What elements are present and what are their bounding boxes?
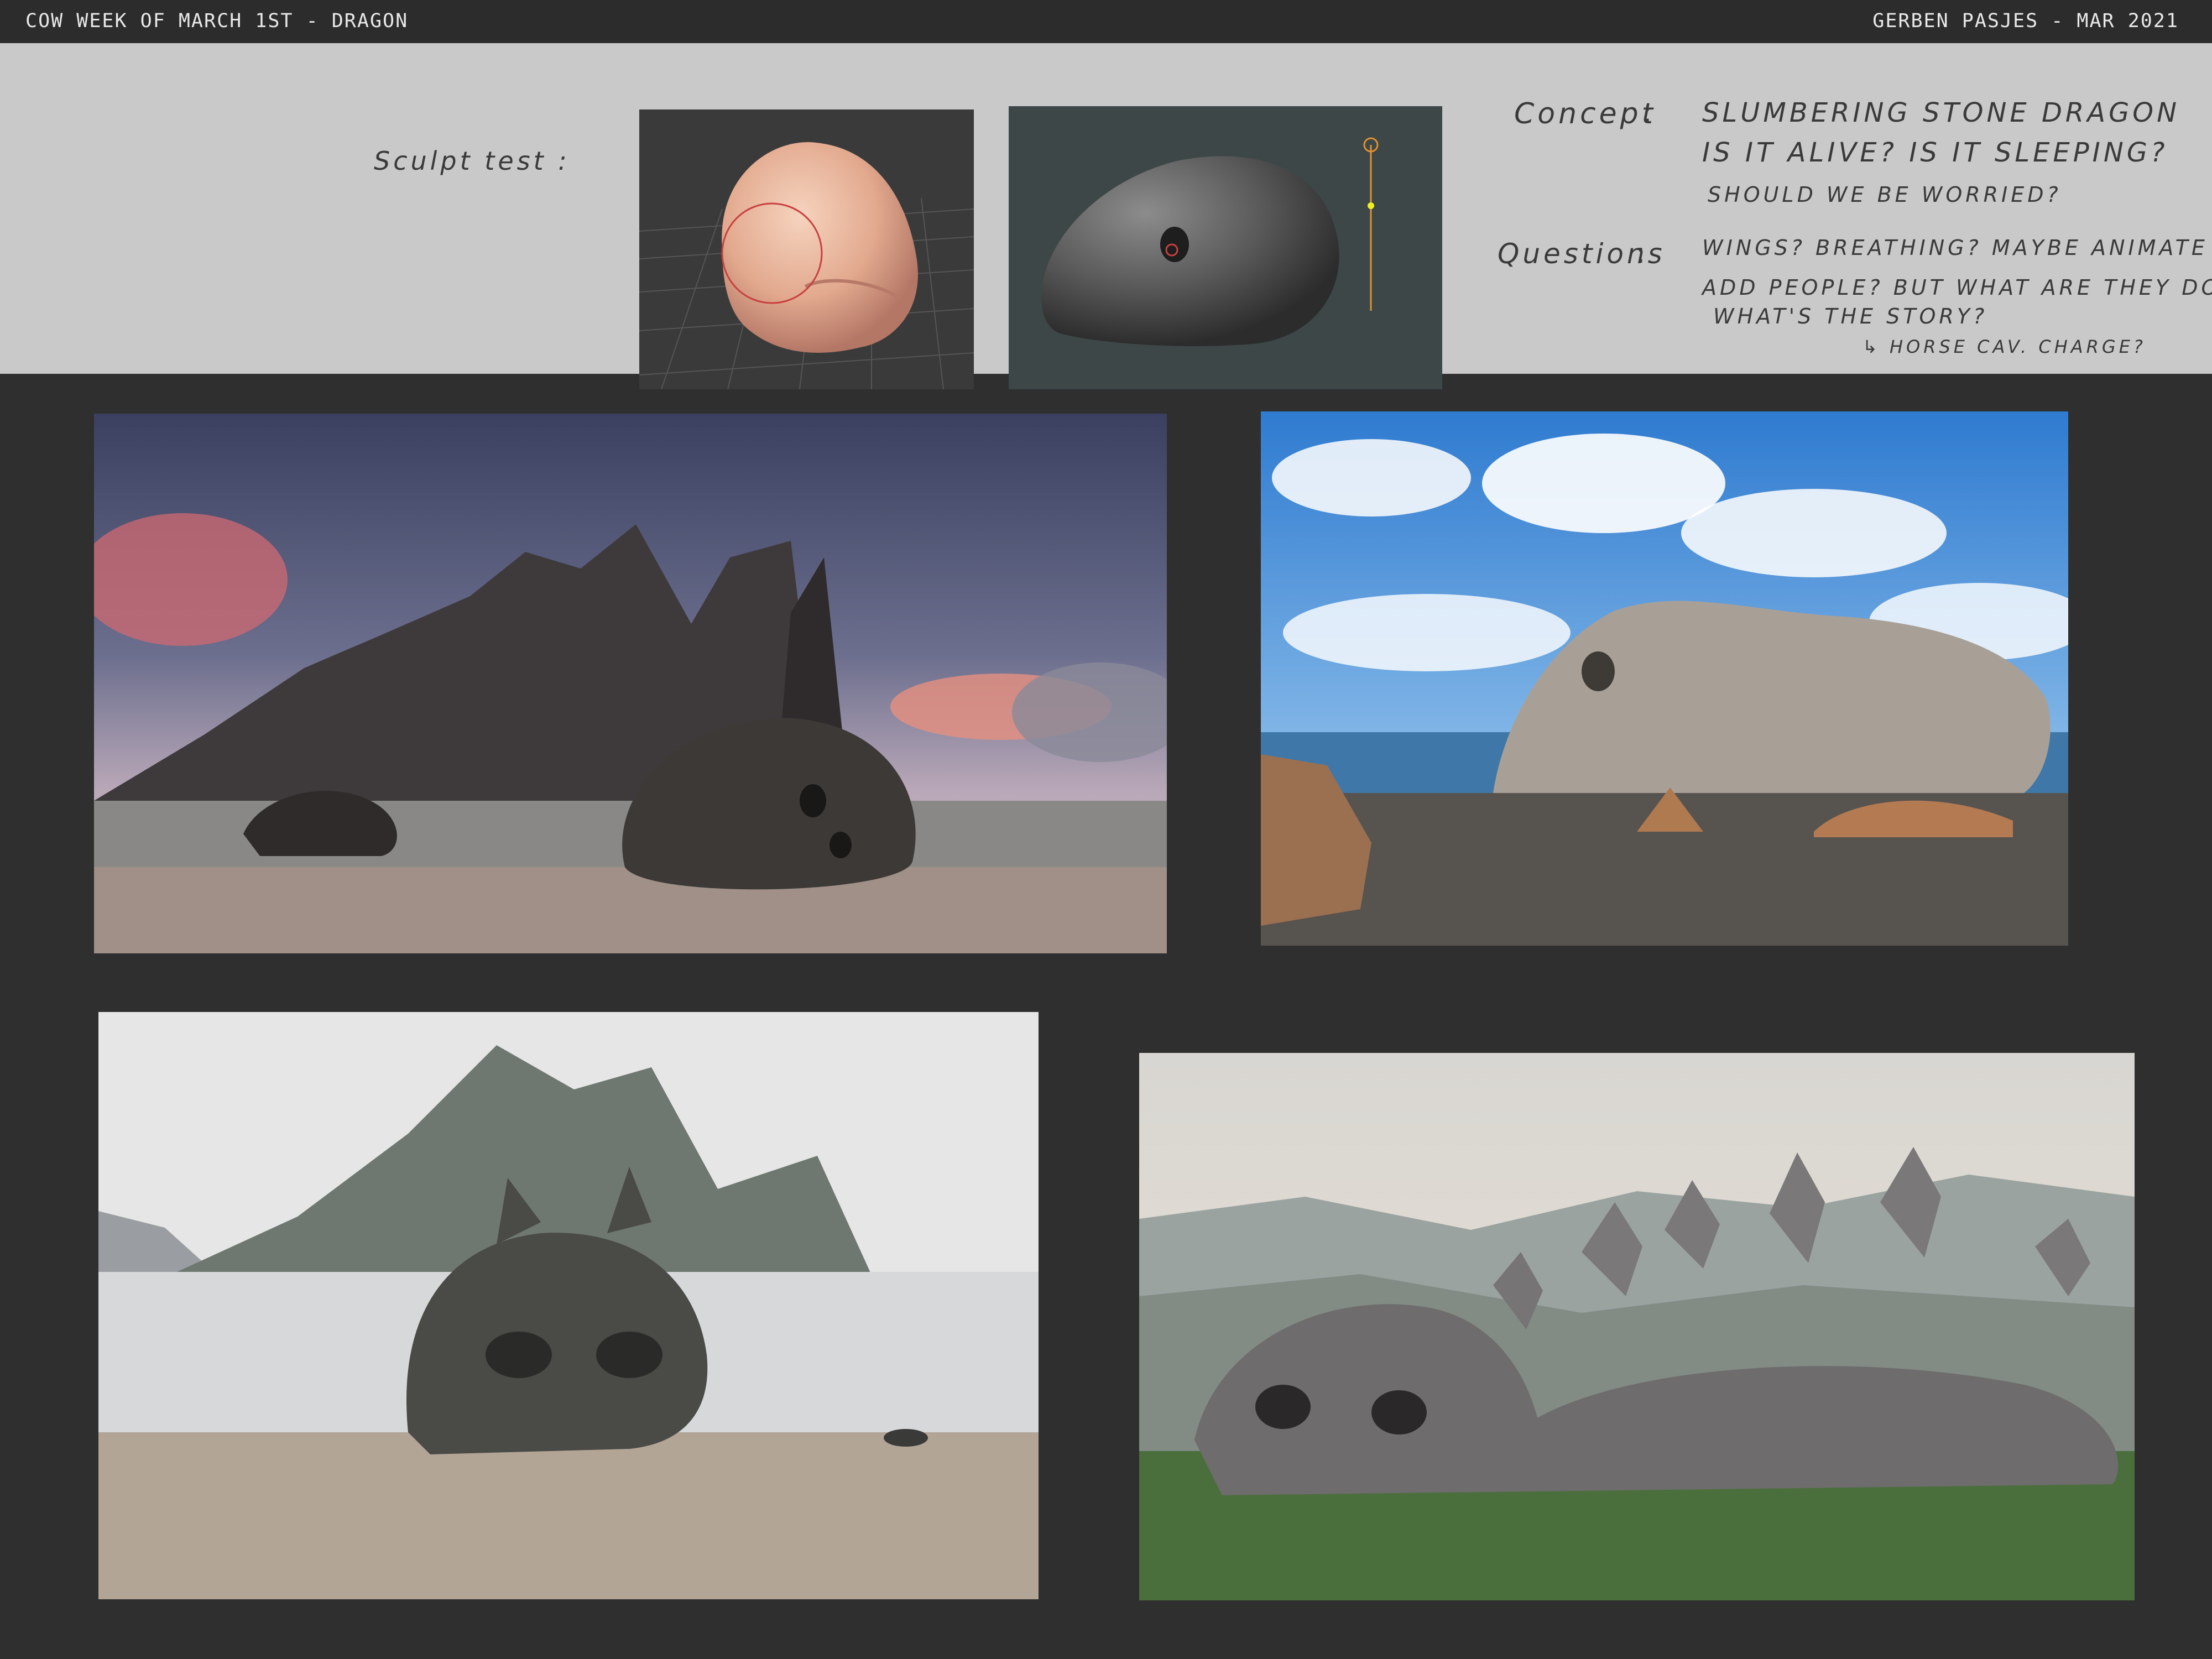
question-line-2: ADD PEOPLE? BUT WHAT ARE THEY DOING? (1702, 275, 2212, 300)
clay-head-sculpt-icon (639, 109, 974, 389)
sculpt-viewport-clay[interactable] (639, 109, 974, 389)
sculpt-viewport-stone[interactable] (1009, 106, 1442, 389)
concept-label: Concept (1514, 97, 1657, 131)
painting-sunny-coast[interactable] (1261, 411, 2068, 946)
dusk-beach-dragon-painting-icon (94, 414, 1167, 953)
concept-line-2: IS IT ALIVE? IS IT SLEEPING? (1702, 137, 2168, 168)
header-title: COW WEEK OF MARCH 1ST - DRAGON (25, 10, 409, 32)
painting-dusk-beach[interactable] (94, 414, 1167, 953)
header-author: GERBEN PASJES - MAR 2021 (1872, 10, 2179, 32)
concept-line-1: SLUMBERING STONE DRAGON (1702, 97, 2180, 128)
question-line-4: ↳ HORSE CAV. CHARGE? (1863, 336, 2146, 357)
painting-misty-beach[interactable] (98, 1012, 1039, 1599)
sculpt-test-label: Sculpt test : (374, 146, 570, 176)
notes-band: Sculpt test : Concept: SLUMBERING STONE… (0, 43, 2212, 389)
spiked-stone-dragon-painting-icon (1139, 1053, 2135, 1600)
sunny-coast-dragon-painting-icon (1261, 411, 2068, 946)
concept-line-3: SHOULD WE BE WORRIED? (1708, 182, 2062, 207)
stone-head-render-icon (1009, 106, 1442, 389)
painting-spiked-stone-dragon[interactable] (1139, 1053, 2135, 1600)
misty-beach-dragon-head-painting-icon (98, 1012, 1039, 1599)
question-line-3: WHAT'S THE STORY? (1713, 304, 1988, 328)
header-bar: COW WEEK OF MARCH 1ST - DRAGON GERBEN PA… (0, 0, 2212, 43)
question-line-1: WINGS? BREATHING? MAYBE ANIMATE IT? (1702, 236, 2212, 260)
